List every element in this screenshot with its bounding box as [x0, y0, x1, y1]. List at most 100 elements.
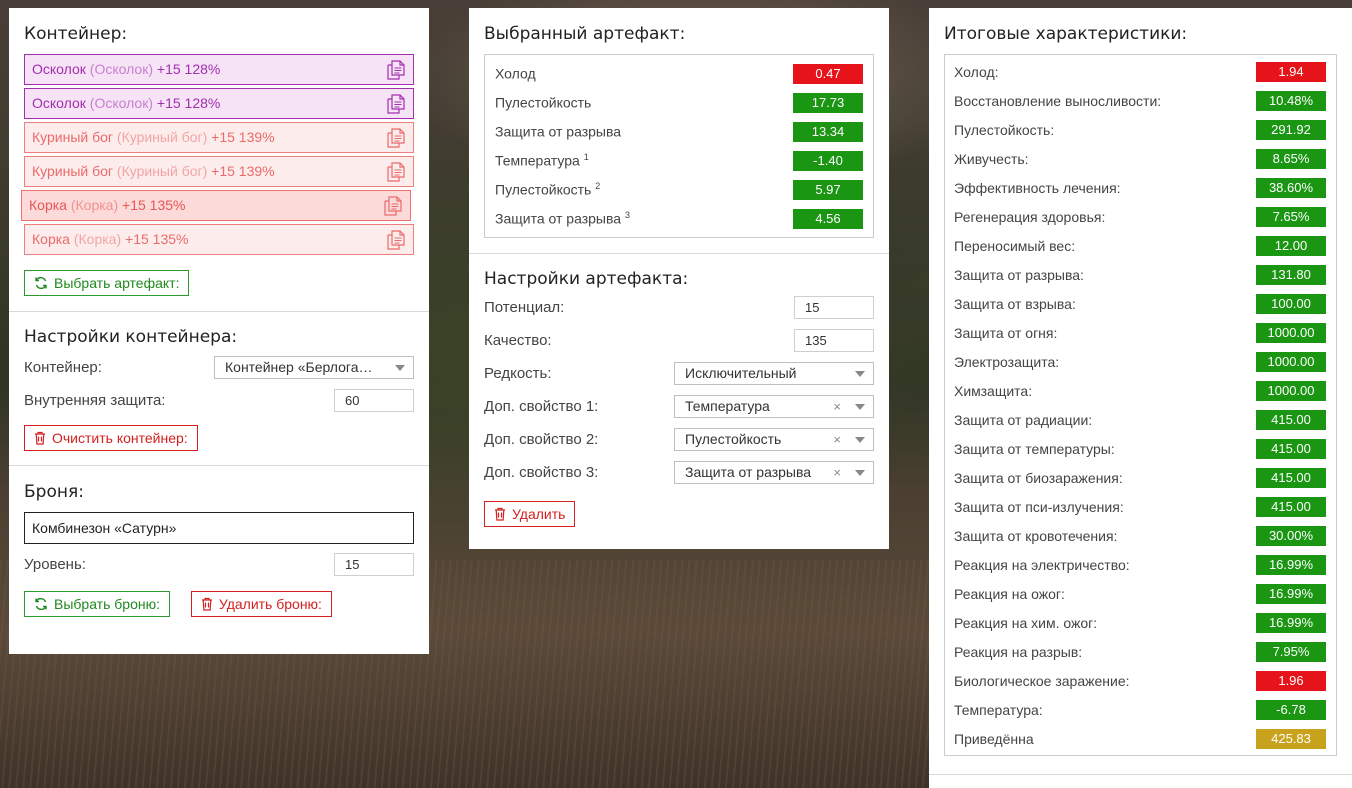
clear-extra2-icon[interactable]: ×: [833, 429, 841, 450]
documents-icon[interactable]: [387, 162, 405, 182]
totals-stats: Холод: 1.94 Восстановление выносливости: 10…: [944, 54, 1337, 756]
slot-bonus: +15 135%: [122, 197, 186, 213]
container-label: Контейнер:: [24, 359, 102, 376]
extra3-label: Доп. свойство 3:: [484, 464, 599, 481]
rarity-select[interactable]: Исключительный: [674, 362, 874, 385]
container-select-value: Контейнер «Берлога…: [225, 359, 373, 375]
select-armor-button[interactable]: Выбрать броню:: [24, 591, 170, 617]
total-stat-value: 30.00%: [1256, 525, 1326, 546]
total-stat-label: Переносимый вес:: [954, 237, 1076, 254]
documents-icon[interactable]: [387, 230, 405, 250]
extra1-select[interactable]: Температура ×: [674, 395, 874, 418]
artifact-stat-row: Защита от разрыва 3 4.56: [495, 204, 863, 233]
artifact-slot[interactable]: Осколок (Осколок) +15 128%: [24, 54, 414, 85]
selected-artifact-title: Выбранный артефакт:: [484, 24, 686, 44]
artifact-slot[interactable]: Корка (Корка) +15 135%: [24, 224, 414, 255]
total-stat-label: Защита от взрыва:: [954, 295, 1076, 312]
slot-alt-name: (Куриный бог): [116, 129, 208, 145]
total-stat-label: Приведённа: [954, 730, 1034, 747]
extra1-select-value: Температура: [685, 398, 770, 414]
artifact-stat-name: Холод: [495, 65, 536, 82]
clear-extra3-icon[interactable]: ×: [833, 462, 841, 483]
artifact-stat-label: Защита от разрыва 3: [495, 210, 630, 227]
total-stat-value: 100.00: [1256, 293, 1326, 314]
artifact-stat-name: Пулестойкость: [495, 94, 592, 111]
documents-icon[interactable]: [387, 128, 405, 148]
artifact-slot[interactable]: Куриный бог (Куриный бог) +15 139%: [24, 122, 414, 153]
extra3-select[interactable]: Защита от разрыва ×: [674, 461, 874, 484]
refresh-icon: [35, 276, 47, 290]
potential-input[interactable]: [794, 296, 874, 319]
total-stat-value: 1.96: [1256, 670, 1326, 691]
documents-icon[interactable]: [384, 196, 402, 216]
total-stat-row: Биологическое заражение: 1.96: [954, 666, 1326, 695]
total-stat-label: Защита от огня:: [954, 324, 1058, 341]
select-artifact-label: Выбрать артефакт:: [54, 275, 180, 291]
extra2-label: Доп. свойство 2:: [484, 431, 599, 448]
slot-name: Корка: [32, 231, 70, 247]
refresh-icon: [35, 597, 47, 611]
artifact-slot-list: Осколок (Осколок) +15 128% Осколок (Оскол…: [21, 54, 414, 255]
chevron-down-icon: [855, 371, 865, 377]
total-stat-value: 38.60%: [1256, 177, 1326, 198]
slot-name: Корка: [29, 197, 67, 213]
delete-artifact-button[interactable]: Удалить: [484, 501, 576, 527]
armor-section: Броня: Комбинезон «Сатурн» Уровень: Выбр…: [9, 465, 429, 631]
container-select[interactable]: Контейнер «Берлога…: [214, 356, 414, 379]
rarity-label: Редкость:: [484, 365, 552, 382]
rarity-select-value: Исключительный: [685, 365, 797, 381]
artifact-stat-row: Пулестойкость 2 5.97: [495, 175, 863, 204]
documents-icon[interactable]: [387, 94, 405, 114]
total-stat-label: Реакция на хим. ожог:: [954, 614, 1098, 631]
armor-name-field[interactable]: Комбинезон «Сатурн»: [24, 512, 414, 544]
total-stat-value: 415.00: [1256, 467, 1326, 488]
slot-name: Осколок: [32, 95, 86, 111]
documents-icon[interactable]: [387, 60, 405, 80]
armor-title: Броня:: [24, 482, 84, 502]
clear-container-button[interactable]: Очистить контейнер:: [24, 425, 198, 451]
artifact-stat-value: 4.56: [793, 208, 863, 229]
total-stat-row: Защита от радиации: 415.00: [954, 405, 1326, 434]
total-stat-row: Реакция на электричество: 16.99%: [954, 550, 1326, 579]
slot-alt-name: (Осколок): [89, 95, 153, 111]
extra2-select[interactable]: Пулестойкость ×: [674, 428, 874, 451]
total-stat-label: Температура:: [954, 701, 1043, 718]
artifact-stat-value: 17.73: [793, 92, 863, 113]
artifact-stat-name: Защита от разрыва: [495, 123, 622, 140]
clear-extra1-icon[interactable]: ×: [833, 396, 841, 417]
total-stat-label: Восстановление выносливости:: [954, 92, 1162, 109]
total-stat-label: Реакция на электричество:: [954, 556, 1130, 573]
quality-input[interactable]: [794, 329, 874, 352]
artifact-stat-label: Защита от разрыва: [495, 123, 621, 140]
total-stat-row: Защита от температуры: 415.00: [954, 434, 1326, 463]
total-stat-row: Эффективность лечения: 38.60%: [954, 173, 1326, 202]
extra1-label: Доп. свойство 1:: [484, 398, 599, 415]
total-stat-value: -6.78: [1256, 699, 1326, 720]
total-stat-label: Реакция на ожог:: [954, 585, 1065, 602]
extra3-select-value: Защита от разрыва: [685, 464, 812, 480]
artifact-stat-row: Холод 0.47: [495, 59, 863, 88]
totals-panel: Итоговые характеристики: Холод: 1.94 Восст…: [929, 8, 1352, 788]
total-stat-row: Защита от разрыва: 131.80: [954, 260, 1326, 289]
total-stat-value: 16.99%: [1256, 612, 1326, 633]
total-stat-row: Восстановление выносливости: 10.48%: [954, 86, 1326, 115]
total-stat-row: Температура: -6.78: [954, 695, 1326, 724]
artifact-panel: Выбранный артефакт: Холод 0.47 Пулестойко…: [469, 8, 889, 549]
select-artifact-button[interactable]: Выбрать артефакт:: [24, 270, 190, 296]
artifact-stat-label: Пулестойкость: [495, 94, 591, 111]
delete-armor-button[interactable]: Удалить броню:: [190, 591, 332, 617]
container-panel: Контейнер: Осколок (Осколок) +15 128% Оск…: [9, 8, 429, 654]
total-stat-row: Холод: 1.94: [954, 57, 1326, 86]
artifact-settings-title: Настройки артефакта:: [484, 269, 689, 289]
chevron-down-icon: [855, 437, 865, 443]
artifact-slot[interactable]: Корка (Корка) +15 135%: [21, 190, 411, 221]
delete-armor-label: Удалить броню:: [218, 596, 322, 612]
total-stat-label: Электрозащита:: [954, 353, 1060, 370]
total-stat-row: Электрозащита: 1000.00: [954, 347, 1326, 376]
artifact-stat-name: Температура: [495, 152, 580, 169]
artifact-slot[interactable]: Куриный бог (Куриный бог) +15 139%: [24, 156, 414, 187]
artifact-slot[interactable]: Осколок (Осколок) +15 128%: [24, 88, 414, 119]
armor-level-input[interactable]: [334, 553, 414, 576]
total-stat-label: Регенерация здоровья:: [954, 208, 1106, 225]
inner-protection-input[interactable]: [334, 389, 414, 412]
